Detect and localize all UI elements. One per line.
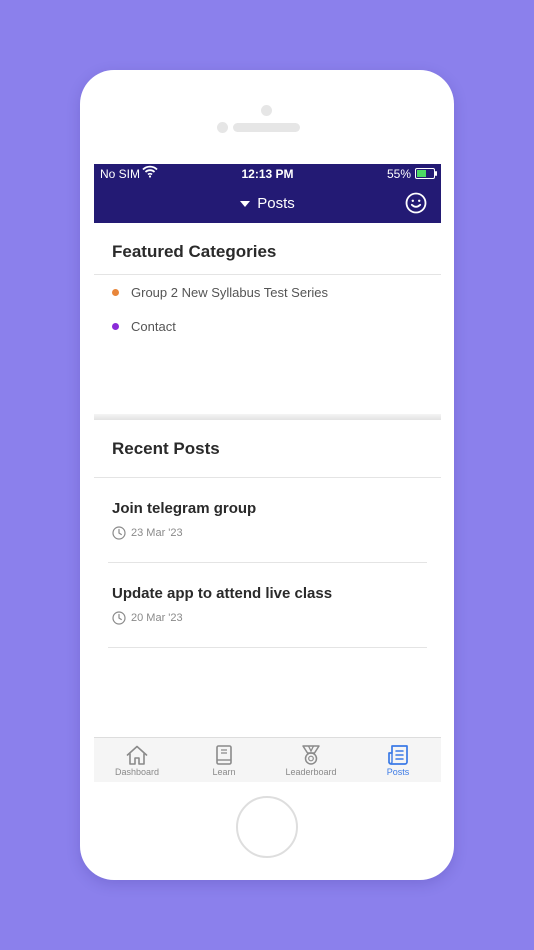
tab-posts[interactable]: Posts bbox=[355, 738, 441, 782]
posts-dropdown[interactable]: Posts bbox=[94, 184, 441, 223]
category-item[interactable]: Group 2 New Syllabus Test Series bbox=[112, 282, 328, 302]
featured-categories-heading: Featured Categories bbox=[112, 242, 277, 261]
home-button[interactable] bbox=[236, 796, 298, 858]
category-item[interactable]: Contact bbox=[112, 316, 176, 336]
tab-leaderboard[interactable]: Leaderboard bbox=[268, 738, 354, 782]
divider bbox=[94, 477, 441, 478]
tab-label: Learn bbox=[212, 767, 236, 777]
earpiece-speaker bbox=[233, 123, 300, 132]
tab-dashboard[interactable]: Dashboard bbox=[94, 738, 180, 782]
front-sensor bbox=[261, 105, 272, 116]
post-date: 23 Mar '23 bbox=[112, 526, 183, 540]
divider bbox=[108, 562, 427, 563]
tab-label: Leaderboard bbox=[285, 767, 337, 777]
battery-icon bbox=[415, 168, 437, 179]
clock-icon bbox=[112, 611, 126, 625]
top-navbar: Posts bbox=[94, 184, 441, 223]
post-date: 20 Mar '23 bbox=[112, 611, 183, 625]
category-label: Contact bbox=[131, 318, 176, 334]
front-camera bbox=[217, 122, 228, 133]
post-title: Join telegram group bbox=[112, 500, 257, 517]
category-label: Group 2 New Syllabus Test Series bbox=[131, 284, 329, 300]
category-dot-orange bbox=[112, 288, 119, 296]
section-separator bbox=[94, 414, 441, 420]
post-date-text: 23 Mar '23 bbox=[131, 527, 183, 539]
post-date-text: 20 Mar '23 bbox=[131, 612, 183, 624]
phone-frame: No SIM 12:13 PM 55% Posts Featured Categ… bbox=[80, 70, 454, 880]
clock-icon bbox=[112, 526, 126, 540]
smiley-icon[interactable] bbox=[405, 192, 427, 214]
status-bar: No SIM 12:13 PM 55% bbox=[94, 164, 441, 184]
category-dot-purple bbox=[112, 322, 119, 330]
divider bbox=[108, 647, 427, 648]
tab-label: Posts bbox=[386, 767, 410, 777]
tab-learn[interactable]: Learn bbox=[181, 738, 267, 782]
book-icon bbox=[216, 745, 232, 765]
battery-percentage: 55% bbox=[386, 167, 411, 181]
caret-down-icon bbox=[240, 200, 251, 207]
home-icon bbox=[126, 745, 148, 765]
posts-icon bbox=[388, 745, 408, 765]
post-title: Update app to attend live class bbox=[112, 585, 333, 602]
app-screen: No SIM 12:13 PM 55% Posts Featured Categ… bbox=[94, 164, 441, 782]
navbar-title: Posts bbox=[257, 195, 295, 212]
recent-posts-heading: Recent Posts bbox=[112, 439, 220, 458]
bottom-tab-bar: Dashboard Learn Leaderboard Posts bbox=[94, 737, 441, 782]
medal-icon bbox=[302, 745, 320, 765]
tab-label: Dashboard bbox=[114, 767, 160, 777]
divider bbox=[94, 274, 441, 275]
